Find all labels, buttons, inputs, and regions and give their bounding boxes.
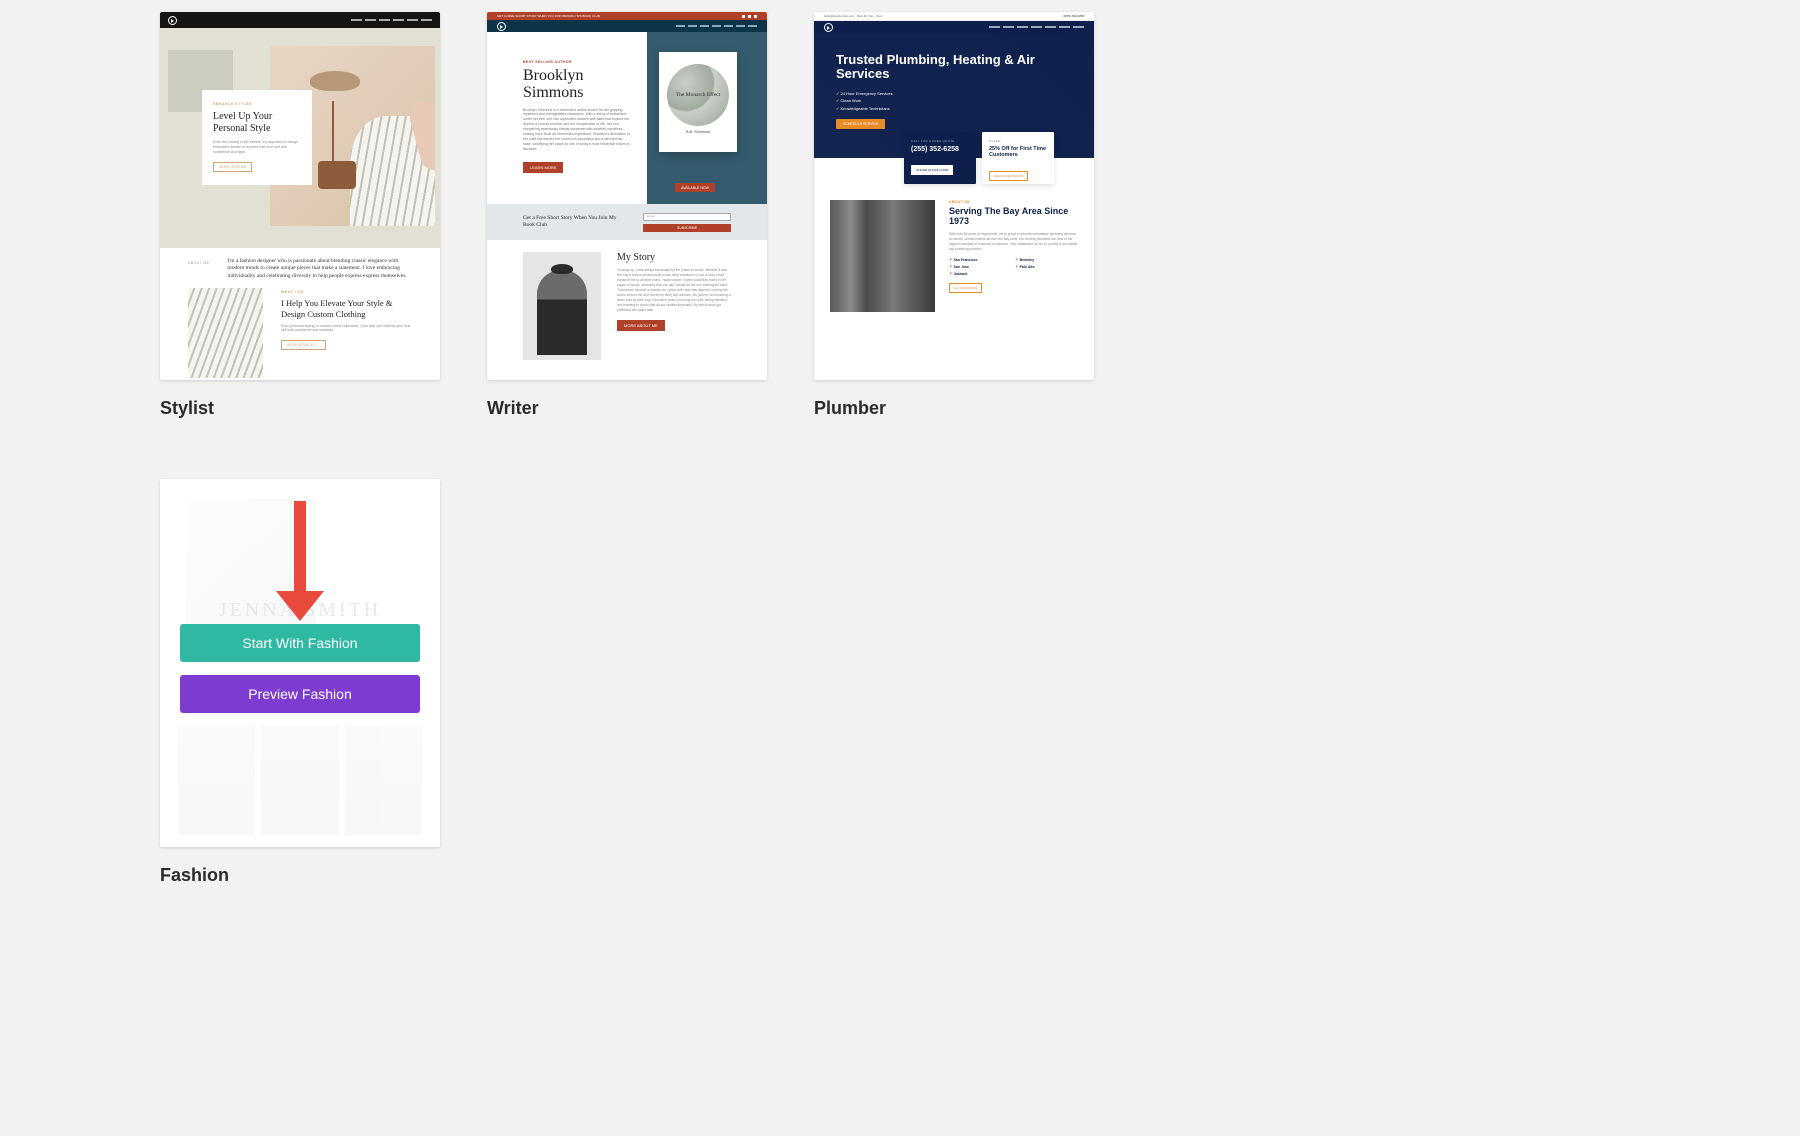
template-title: Stylist [160, 398, 440, 419]
template-title: Fashion [160, 865, 440, 886]
template-grid: ENHANCE STYLES Level Up Your Personal St… [160, 12, 1640, 886]
template-card-stylist[interactable]: ENHANCE STYLES Level Up Your Personal St… [160, 12, 440, 419]
preview-button[interactable]: Preview Fashion [180, 675, 420, 713]
thumbnail: GET A FREE SHORT STORY WHEN YOU JOIN BRO… [487, 12, 767, 380]
template-title: Plumber [814, 398, 1094, 419]
thumbnail: JENNA SMITH Start With Fashion Preview F… [160, 479, 440, 847]
template-title: Writer [487, 398, 767, 419]
thumbnail: hello@divplumber.com Mon-Fri 7am - 6pm (… [814, 12, 1094, 380]
arrow-down-icon [276, 501, 324, 621]
template-card-writer[interactable]: GET A FREE SHORT STORY WHEN YOU JOIN BRO… [487, 12, 767, 419]
thumbnail: ENHANCE STYLES Level Up Your Personal St… [160, 12, 440, 380]
start-with-button[interactable]: Start With Fashion [180, 624, 420, 662]
plumber-checks: 24 Hour Emergency Services Clean Work Kn… [836, 90, 1078, 113]
template-card-plumber[interactable]: hello@divplumber.com Mon-Fri 7am - 6pm (… [814, 12, 1094, 419]
template-card-fashion[interactable]: JENNA SMITH Start With Fashion Preview F… [160, 479, 440, 886]
